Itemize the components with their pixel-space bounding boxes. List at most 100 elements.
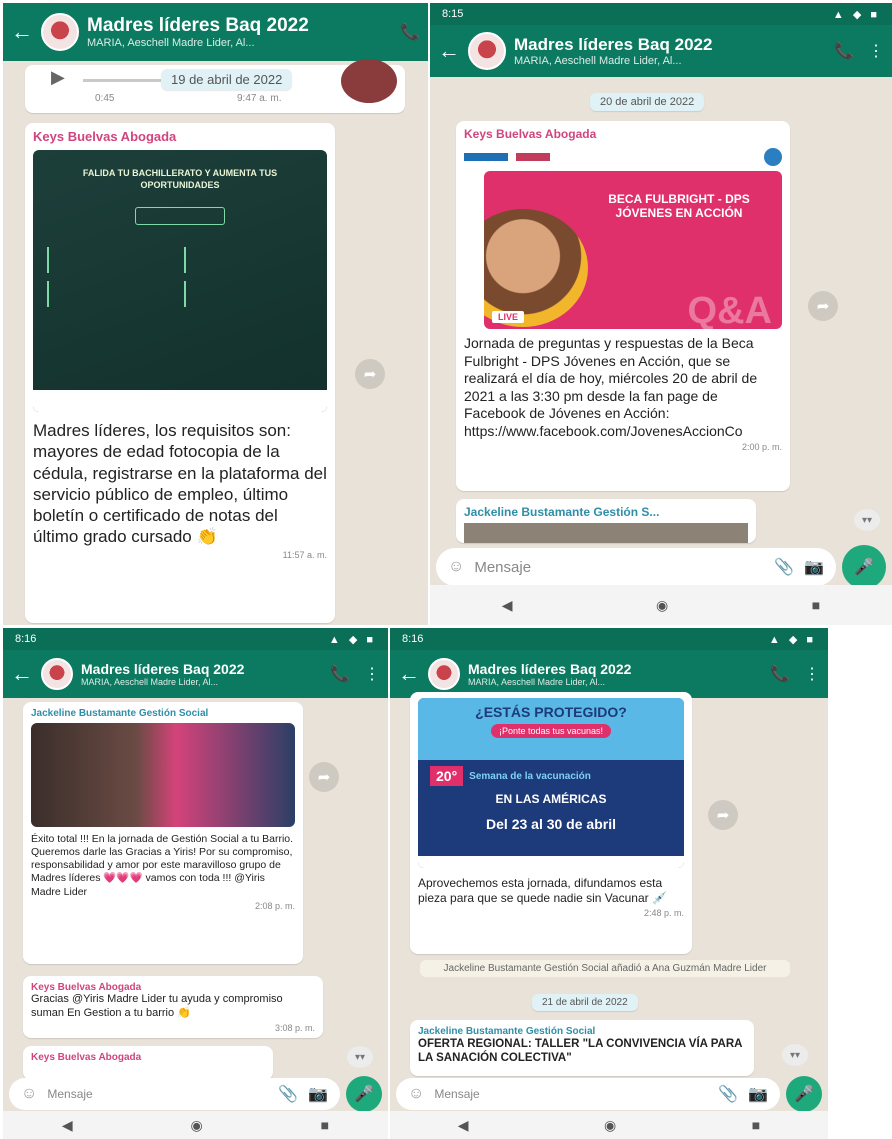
nav-recents-icon[interactable]: ■ [812, 597, 820, 613]
message-placeholder: Mensaje [47, 1087, 93, 1101]
poster-middle: 20° Semana de la vacunación [418, 760, 684, 792]
camera-icon[interactable]: 📷 [748, 1084, 768, 1104]
nav-back-icon[interactable]: ◀ [62, 1117, 73, 1134]
more-options-icon[interactable]: ⋮ [804, 664, 820, 684]
nav-back-icon[interactable]: ◀ [458, 1117, 469, 1134]
message-bubble[interactable]: Keys Buelvas Abogada BECA FULBRIGHT - DP… [456, 121, 790, 491]
message-bubble-partial[interactable]: Jackeline Bustamante Gestión S... [456, 499, 756, 543]
emoji-icon[interactable]: ☺ [408, 1085, 424, 1103]
poster-subline: ¡Ponte todas tus vacunas! [490, 724, 612, 738]
emoji-icon[interactable]: ☺ [448, 558, 464, 576]
back-arrow-icon[interactable]: ← [438, 38, 460, 64]
camera-icon[interactable]: 📷 [804, 557, 824, 577]
back-arrow-icon[interactable]: ← [398, 661, 420, 687]
screenshot-panel-1: ← Madres líderes Baq 2022 MARIA, Aeschel… [3, 3, 428, 625]
poster-image[interactable]: FALIDA TU BACHILLERATO Y AUMENTA TUS OPO… [33, 150, 327, 412]
group-title: Madres líderes Baq 2022 [87, 15, 309, 36]
poster-logos [464, 147, 782, 167]
date-chip: 19 de abril de 2022 [161, 69, 293, 90]
sender-name[interactable]: Keys Buelvas Abogada [33, 129, 327, 144]
mic-button[interactable]: 🎤 [786, 1076, 822, 1112]
sender-name[interactable]: Jackeline Bustamante Gestión Social [418, 1026, 746, 1037]
mic-button[interactable]: 🎤 [842, 545, 886, 589]
poster-qa: Q&A [687, 290, 772, 329]
message-bubble[interactable]: Keys Buelvas Abogada FALIDA TU BACHILLER… [25, 123, 335, 623]
message-bubble[interactable]: Jackeline Bustamante Gestión Social Éxit… [23, 702, 303, 964]
play-icon[interactable]: ▶ [51, 67, 65, 88]
message-bubble-partial[interactable]: Jackeline Bustamante Gestión Social OFER… [410, 1020, 754, 1076]
sender-name[interactable]: Keys Buelvas Abogada [31, 1052, 265, 1063]
message-placeholder: Mensaje [474, 558, 532, 576]
chat-header[interactable]: ← Madres líderes Baq 2022 MARIA, Aeschel… [3, 650, 388, 698]
more-options-icon[interactable]: ⋮ [868, 41, 884, 61]
android-nav-bar: ◀ ◉ ■ [430, 585, 892, 625]
message-bubble-partial[interactable]: Keys Buelvas Abogada [23, 1046, 273, 1080]
group-avatar[interactable] [468, 32, 506, 70]
nav-recents-icon[interactable]: ■ [752, 1117, 760, 1133]
poster-number: 20° [430, 766, 464, 786]
add-call-icon[interactable]: 📞 [330, 664, 350, 684]
message-bubble[interactable]: Keys Buelvas Abogada Gracias @Yiris Madr… [23, 976, 323, 1038]
message-text: Madres líderes, los requisitos son: mayo… [33, 421, 327, 547]
nav-home-icon[interactable]: ◉ [191, 1117, 203, 1134]
sender-avatar [341, 59, 397, 103]
sender-name[interactable]: Jackeline Bustamante Gestión Social [31, 708, 295, 719]
forward-icon[interactable]: ➦ [355, 359, 385, 389]
status-icons: ▲ ◆ ■ [768, 633, 816, 646]
sender-name[interactable]: Jackeline Bustamante Gestión S... [464, 505, 748, 519]
mic-button[interactable]: 🎤 [346, 1076, 382, 1112]
nav-back-icon[interactable]: ◀ [502, 597, 513, 614]
status-time: 8:15 [442, 8, 464, 20]
message-time: 3:08 p. m. [274, 1022, 315, 1033]
nav-home-icon[interactable]: ◉ [604, 1117, 616, 1134]
group-avatar[interactable] [41, 13, 79, 51]
image-thumbnail[interactable] [464, 523, 748, 543]
photo-image[interactable] [31, 723, 295, 827]
date-chip: 20 de abril de 2022 [590, 93, 705, 111]
forward-icon[interactable]: ➦ [309, 762, 339, 792]
attach-icon[interactable]: 📎 [718, 1084, 738, 1104]
message-link[interactable]: https://www.facebook.com/JovenesAccionCo [464, 423, 782, 441]
input-bar: ☺ Mensaje 📎 📷 🎤 [9, 1076, 382, 1112]
screenshot-panel-3: 8:16 ▲ ◆ ■ ← Madres líderes Baq 2022 MAR… [3, 628, 388, 1139]
nav-home-icon[interactable]: ◉ [656, 597, 668, 614]
sender-name[interactable]: Keys Buelvas Abogada [31, 982, 315, 993]
chat-header[interactable]: ← Madres líderes Baq 2022 MARIA, Aeschel… [3, 3, 428, 61]
message-time: 2:48 p. m. [643, 908, 684, 918]
attach-icon[interactable]: 📎 [774, 557, 794, 577]
nav-recents-icon[interactable]: ■ [321, 1117, 329, 1133]
poster-region: EN LAS AMÉRICAS [495, 792, 607, 806]
poster-heading: FALIDA TU BACHILLERATO Y AUMENTA TUS OPO… [82, 168, 278, 190]
scroll-down-icon[interactable]: ▾▾ [782, 1044, 808, 1066]
forward-icon[interactable]: ➦ [708, 800, 738, 830]
add-call-icon[interactable]: 📞 [400, 22, 420, 42]
message-time: 11:57 a. m. [282, 549, 327, 560]
camera-icon[interactable]: 📷 [308, 1084, 328, 1104]
message-input[interactable]: ☺ Mensaje 📎 📷 [436, 548, 836, 586]
sender-name[interactable]: Keys Buelvas Abogada [464, 127, 782, 141]
screenshot-panel-2: 8:15 ▲ ◆ ■ ← Madres líderes Baq 2022 MAR… [430, 3, 892, 625]
message-input[interactable]: ☺ Mensaje 📎 📷 [396, 1078, 780, 1110]
scroll-down-icon[interactable]: ▾▾ [854, 509, 880, 531]
chat-header[interactable]: ← Madres líderes Baq 2022 MARIA, Aeschel… [430, 25, 892, 77]
more-options-icon[interactable]: ⋮ [364, 664, 380, 684]
vaccine-poster-image[interactable]: ¿ESTÁS PROTEGIDO? ¡Ponte todas tus vacun… [418, 698, 684, 868]
group-avatar[interactable] [428, 658, 460, 690]
poster-logos-strip [418, 856, 684, 868]
message-bubble[interactable]: ¿ESTÁS PROTEGIDO? ¡Ponte todas tus vacun… [410, 692, 692, 954]
back-arrow-icon[interactable]: ← [11, 661, 33, 687]
forward-icon[interactable]: ➦ [808, 291, 838, 321]
android-nav-bar: ◀ ◉ ■ [3, 1111, 388, 1139]
chat-header[interactable]: ← Madres líderes Baq 2022 MARIA, Aeschel… [390, 650, 828, 698]
attach-icon[interactable]: 📎 [278, 1084, 298, 1104]
back-arrow-icon[interactable]: ← [11, 19, 33, 45]
screenshot-panel-4: 8:16 ▲ ◆ ■ ← Madres líderes Baq 2022 MAR… [390, 628, 828, 1139]
emoji-icon[interactable]: ☺ [21, 1085, 37, 1103]
poster-image[interactable]: BECA FULBRIGHT - DPS JÓVENES EN ACCIÓN L… [484, 171, 782, 329]
add-call-icon[interactable]: 📞 [770, 664, 790, 684]
message-input[interactable]: ☺ Mensaje 📎 📷 [9, 1078, 340, 1110]
add-call-icon[interactable]: 📞 [834, 41, 854, 61]
group-members: MARIA, Aeschell Madre Lider, Al... [81, 677, 219, 687]
group-avatar[interactable] [41, 658, 73, 690]
scroll-down-icon[interactable]: ▾▾ [347, 1046, 373, 1068]
